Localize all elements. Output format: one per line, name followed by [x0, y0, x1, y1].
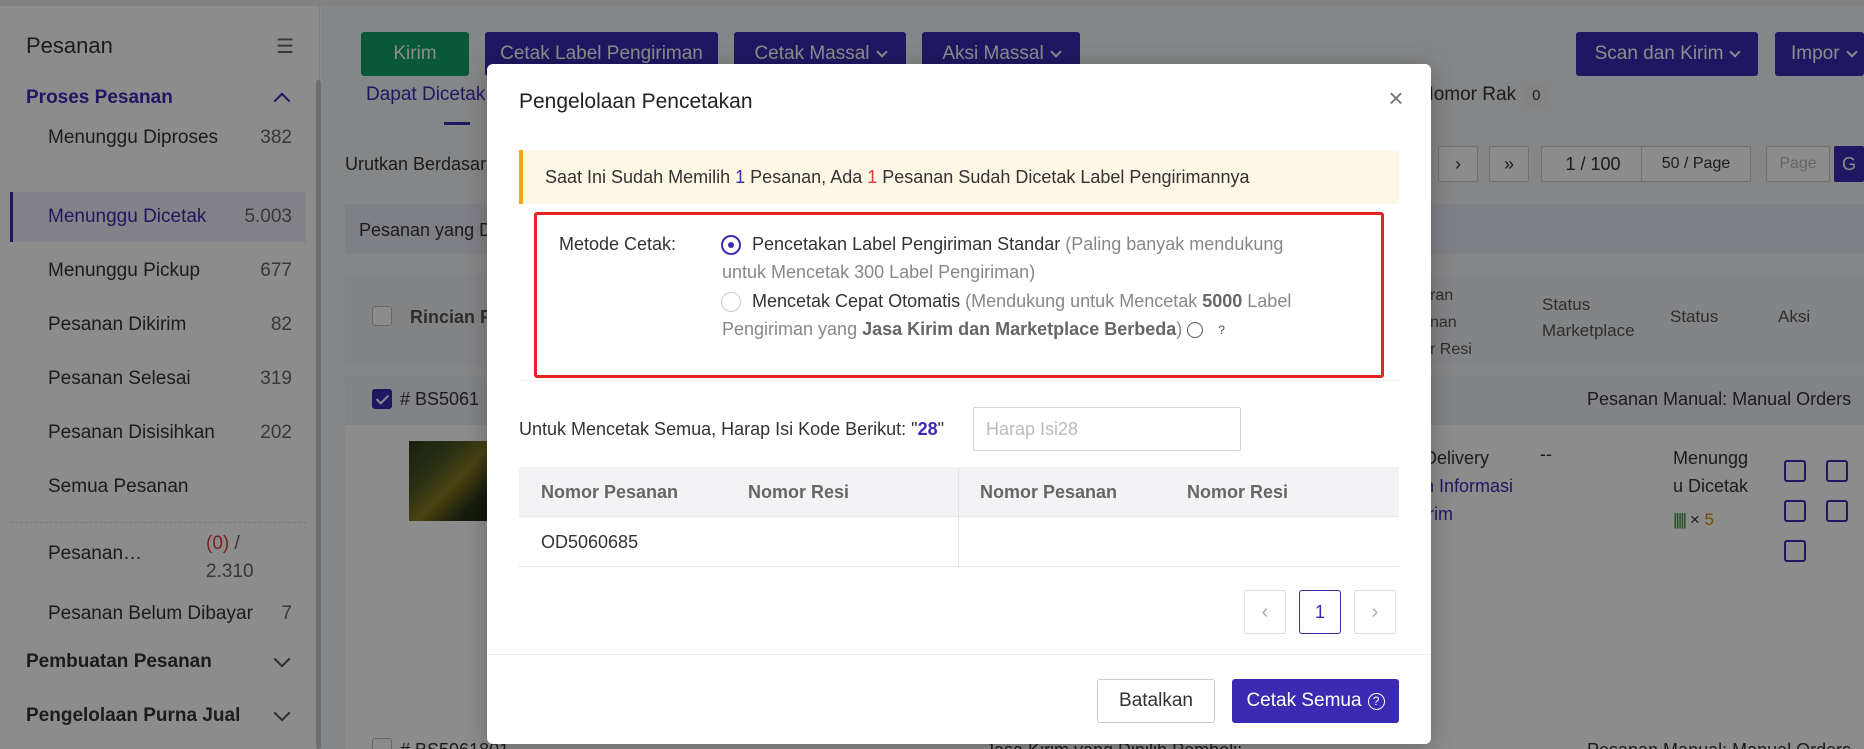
alert-printed-count: 1: [867, 166, 878, 187]
alert-text-mid: Pesanan, Ada: [750, 166, 863, 187]
cancel-label: Batalkan: [1119, 690, 1193, 711]
help-icon: ?: [1367, 692, 1385, 710]
print-all-label: Cetak Semua: [1246, 690, 1362, 711]
option-standard-title: Pencetakan Label Pengiriman Standar: [752, 234, 1061, 254]
code-label-post: ": [937, 419, 944, 439]
dialog-title: Pengelolaan Pencetakan: [519, 90, 753, 113]
table-column-separator: [958, 467, 959, 567]
section-divider: [519, 380, 1399, 381]
orders-table-row: [519, 517, 1399, 567]
th-tracking-number: Nomor Resi: [748, 482, 850, 502]
print-all-button[interactable]: Cetak Semua?: [1232, 679, 1399, 723]
th-order-number-2: Nomor Pesanan: [980, 482, 1118, 502]
option-quick-print[interactable]: Mencetak Cepat Otomatis (Mendukung untuk…: [722, 287, 1322, 343]
option-quick-title: Mencetak Cepat Otomatis: [752, 291, 961, 311]
alert-selected-count: 1: [735, 166, 746, 187]
option-quick-bold-b: Jasa Kirim dan Marketplace Berbeda: [862, 319, 1177, 339]
print-management-dialog: Pengelolaan Pencetakan × Saat Ini Sudah …: [487, 64, 1431, 744]
orders-table: Nomor Pesanan Nomor Resi Nomor Pesanan N…: [519, 467, 1399, 567]
prev-page-button[interactable]: ‹: [1244, 590, 1286, 634]
th-order-number: Nomor Pesanan: [541, 482, 679, 502]
alert-text-pre: Saat Ini Sudah Memilih: [545, 166, 731, 187]
alert-text-post: Pesanan Sudah Dicetak Label Pengirimanny…: [882, 166, 1250, 187]
option-standard-print[interactable]: Pencetakan Label Pengiriman Standar (Pal…: [722, 230, 1322, 286]
next-page-button[interactable]: ›: [1354, 590, 1396, 634]
print-method-label: Metode Cetak:: [559, 234, 677, 254]
cell-order-number: OD5060685: [541, 532, 639, 552]
option-quick-note-a: (Mendukung untuk Mencetak: [960, 291, 1203, 311]
help-icon[interactable]: ?: [1187, 322, 1225, 338]
footer-divider: [487, 654, 1431, 655]
confirm-code-label: Untuk Mencetak Semua, Harap Isi Kode Ber…: [519, 419, 944, 440]
th-tracking-number-2: Nomor Resi: [1187, 482, 1289, 502]
confirm-code-value: 28: [917, 419, 938, 439]
code-label-pre: Untuk Mencetak Semua, Harap Isi Kode Ber…: [519, 419, 918, 439]
close-icon[interactable]: ×: [1383, 85, 1409, 112]
selection-alert: Saat Ini Sudah Memilih 1 Pesanan, Ada 1 …: [519, 150, 1399, 204]
confirm-code-input[interactable]: [973, 407, 1241, 451]
page-1-button[interactable]: 1: [1299, 590, 1341, 634]
option-quick-note-c: ): [1176, 319, 1183, 339]
cancel-button[interactable]: Batalkan: [1097, 679, 1215, 723]
option-quick-bold-a: 5000: [1202, 291, 1243, 311]
